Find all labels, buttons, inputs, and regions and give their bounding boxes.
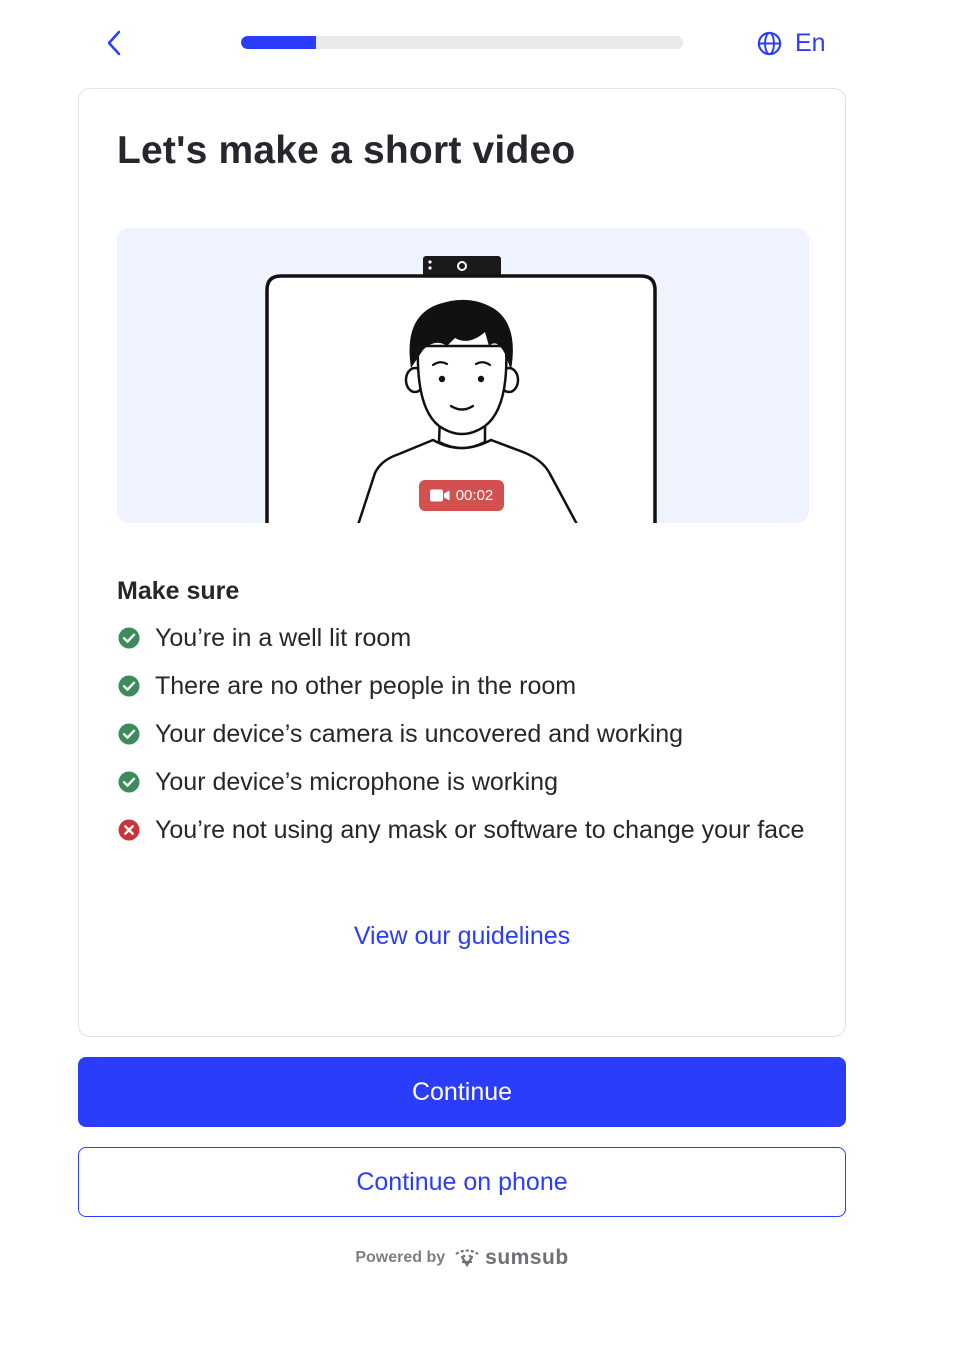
page-title: Let's make a short video <box>117 129 576 172</box>
brand-logo: sumsub <box>453 1246 569 1270</box>
requirement-text: Your device’s camera is uncovered and wo… <box>155 720 684 748</box>
language-selector[interactable]: En <box>756 26 826 60</box>
powered-by-footer: Powered by sumsub <box>0 1246 924 1270</box>
brand-name: sumsub <box>485 1246 569 1269</box>
requirement-item: Your device’s microphone is working <box>117 763 817 801</box>
continue-on-phone-button[interactable]: Continue on phone <box>78 1147 846 1217</box>
instructions-card: Let's make a short video 00:02 Make sure… <box>78 88 846 1037</box>
check-circle-icon <box>118 675 140 697</box>
recording-badge: 00:02 <box>419 480 504 511</box>
language-label: En <box>795 28 826 57</box>
check-circle-icon <box>118 627 140 649</box>
requirement-text: You’re not using any mask or software to… <box>155 816 805 844</box>
requirement-text: You’re in a well lit room <box>155 624 412 652</box>
check-circle-icon <box>118 723 140 745</box>
chevron-left-icon <box>107 30 121 56</box>
top-bar: En <box>0 0 962 88</box>
back-button[interactable] <box>98 26 130 60</box>
x-circle-icon <box>118 819 140 841</box>
continue-button[interactable]: Continue <box>78 1057 846 1127</box>
requirements-list: You’re in a well lit room There are no o… <box>117 619 817 859</box>
progress-fill <box>241 36 317 49</box>
requirement-item: You’re in a well lit room <box>117 619 817 657</box>
person-on-screen-illustration <box>265 256 657 523</box>
video-illustration: 00:02 <box>117 228 809 523</box>
requirement-text: There are no other people in the room <box>155 672 577 700</box>
requirement-item: There are no other people in the room <box>117 667 817 705</box>
video-camera-icon <box>429 489 450 502</box>
requirement-item: Your device’s camera is uncovered and wo… <box>117 715 817 753</box>
sumsub-logo-icon <box>455 1249 479 1268</box>
recording-time: 00:02 <box>455 487 494 504</box>
powered-by-label: Powered by <box>355 1249 446 1266</box>
requirement-text: Your device’s microphone is working <box>155 768 558 796</box>
requirement-item: You’re not using any mask or software to… <box>117 811 817 849</box>
globe-icon <box>757 31 782 55</box>
view-guidelines-link[interactable]: View our guidelines <box>79 922 845 951</box>
progress-bar <box>241 36 683 49</box>
make-sure-heading: Make sure <box>117 577 240 605</box>
check-circle-icon <box>118 771 140 793</box>
